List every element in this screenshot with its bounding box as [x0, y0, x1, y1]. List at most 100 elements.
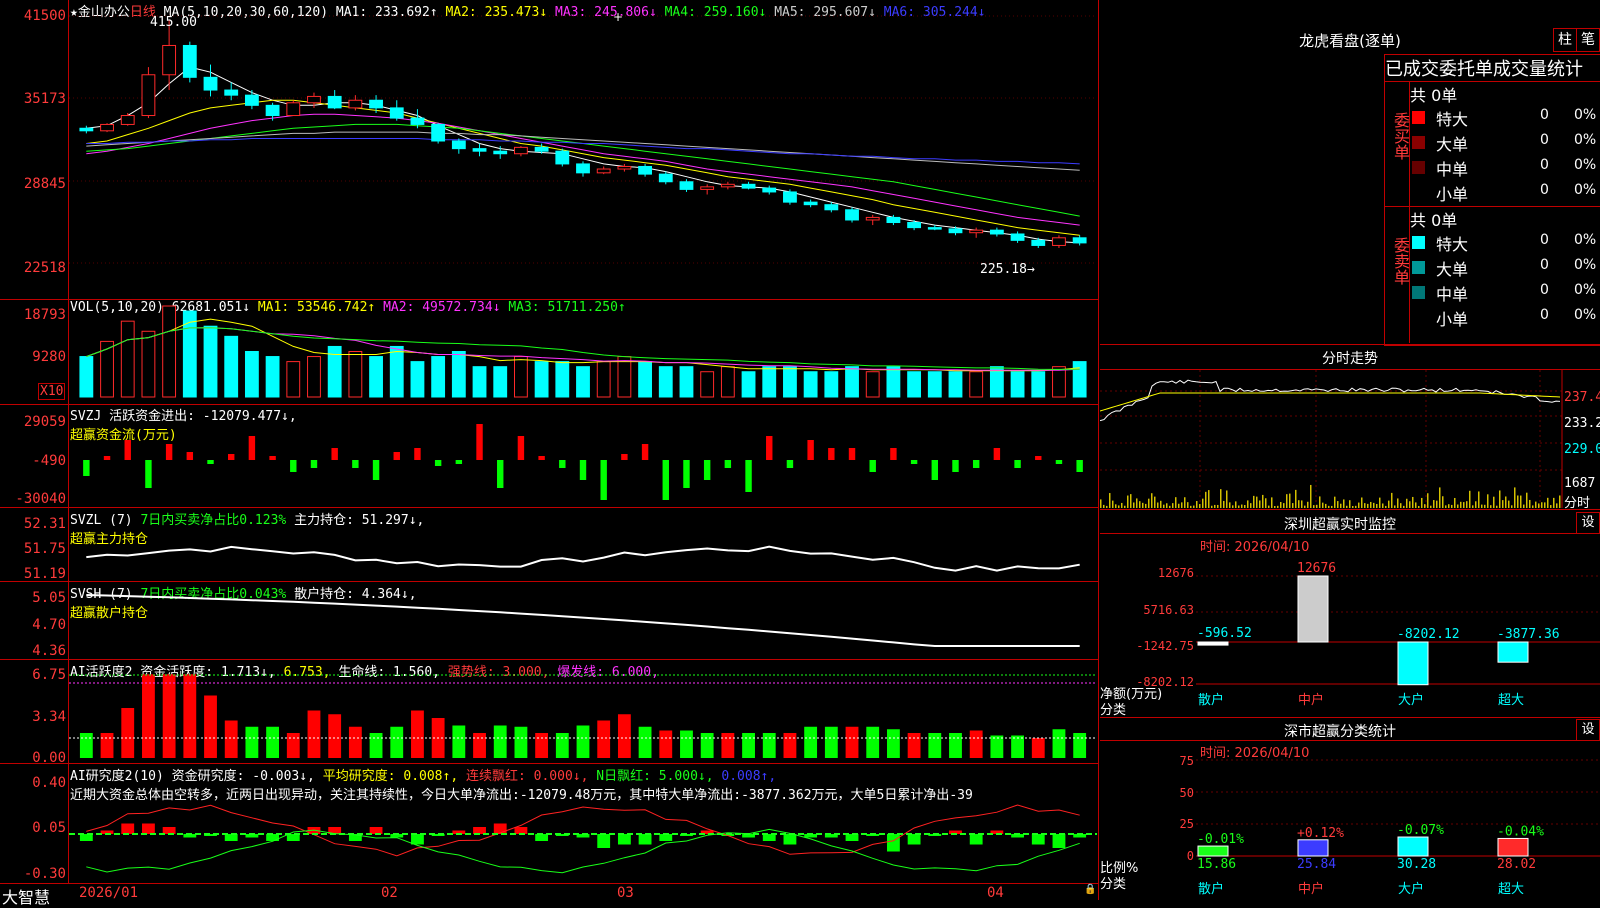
intraday-vol-bar [1214, 504, 1216, 508]
right-panel: 龙虎看盘(逐单) 柱 笔 已成交委托单成交量统计 委买单 委卖单 共 0单 特大… [1100, 0, 1600, 900]
flow-bar [641, 444, 649, 460]
candle-body [1072, 237, 1087, 244]
monitor-bar-value: 12676 [1297, 561, 1336, 576]
flow-bar [186, 452, 194, 460]
high-price-label: 415.00 [150, 15, 197, 30]
research-bar [969, 834, 983, 845]
activity-bar [928, 733, 942, 758]
class-ratio-value: 15.86 [1197, 857, 1236, 872]
intraday-vol-bar [1247, 500, 1249, 508]
intraday-vol-bar [1526, 492, 1528, 508]
intraday-vol-bar [1421, 497, 1423, 508]
intraday-avg-line [1100, 392, 1561, 412]
activity-bar [555, 733, 569, 758]
volume-bar [638, 361, 652, 398]
intraday-vol-bar [1334, 496, 1336, 508]
monitor-bar-value: -596.52 [1197, 626, 1252, 641]
volume-bar [79, 356, 94, 398]
activity-bar [452, 725, 466, 758]
candle-body [803, 201, 818, 206]
activity-bar [969, 730, 983, 758]
flow-bar [703, 460, 711, 480]
intraday-vol-bar [1103, 504, 1105, 508]
low-price-label: 225.18→ [980, 262, 1035, 277]
flow-bar [662, 460, 669, 500]
intraday-vol-bar [1328, 505, 1330, 508]
intraday-vol-bar [1256, 496, 1258, 508]
volume-bar [845, 366, 859, 398]
intraday-vol-bar [1499, 490, 1501, 508]
intraday-vol-bar [1493, 496, 1495, 508]
chart-canvas[interactable] [0, 0, 1100, 900]
activity-bar [411, 710, 424, 758]
class-change-value: -0.04% [1497, 824, 1544, 839]
candle-body [824, 204, 839, 211]
volume-bar [762, 366, 777, 398]
research-bar [535, 834, 549, 841]
volume-bar [493, 366, 508, 398]
volume-bar [451, 351, 466, 398]
intraday-vol-bar [1355, 505, 1357, 508]
volume-bar [969, 371, 984, 398]
class-category: 散户 [1198, 881, 1224, 897]
intraday-vol-bar [1280, 501, 1282, 508]
intraday-vol-bar [1292, 503, 1294, 508]
flow-bar [869, 460, 876, 472]
activity-bar [617, 714, 631, 758]
right-chart-canvas[interactable]: -596.5212676-8202.12 -3877.36散户 中户 大户 超大-0.0… [1100, 0, 1600, 900]
intraday-vol-bar [1181, 502, 1183, 508]
candle-body [100, 123, 114, 132]
flow-bar [952, 460, 959, 472]
monitor-bar [1497, 641, 1529, 663]
main-hold-line [86, 545, 1080, 572]
research-bar [142, 823, 155, 834]
candle-body [948, 228, 963, 234]
intraday-vol-bar [1295, 489, 1297, 508]
flow-bar [972, 460, 980, 468]
activity-bar [204, 695, 217, 758]
activity-bar [804, 726, 818, 758]
class-category: 中户 [1298, 881, 1324, 897]
activity-bar [79, 733, 93, 758]
intraday-vol-bar [1346, 505, 1348, 508]
intraday-vol-bar [1271, 497, 1273, 508]
candle-body [534, 146, 549, 152]
activity-bar [990, 735, 1004, 758]
research-bar [659, 834, 673, 841]
activity-bar [700, 733, 714, 758]
intraday-vol-bar [1178, 503, 1180, 508]
volume-bar [369, 356, 383, 398]
activity-bar [886, 729, 900, 758]
intraday-vol-bar [1139, 501, 1141, 508]
candle-body [431, 123, 446, 142]
intraday-vol-bar [1268, 505, 1270, 508]
intraday-vol-bar [1481, 504, 1483, 508]
kline-area[interactable]: ★金山办公日线 MA(5,10,20,30,60,120) MA1: 233.6… [0, 0, 1100, 907]
candle-body [886, 216, 901, 224]
activity-bar [286, 733, 300, 758]
candle-body [141, 74, 156, 117]
volume-bar [658, 366, 673, 398]
intraday-vol-bar [1550, 505, 1552, 508]
flow-bar [497, 460, 504, 488]
intraday-vol-bar [1175, 497, 1177, 508]
flow-bar [145, 460, 152, 488]
research-line-red [86, 804, 1080, 857]
intraday-vol-bar [1388, 500, 1390, 508]
candle-body [472, 148, 487, 152]
monitor-bar-value: -3877.36 [1497, 627, 1560, 642]
volume-bar [265, 356, 280, 398]
class-bar [1397, 836, 1429, 857]
intraday-vol-bar [1352, 505, 1354, 508]
flow-bar [910, 460, 918, 464]
flow-bar [538, 456, 545, 460]
flow-bar [766, 436, 773, 460]
volume-bar [948, 371, 963, 398]
candle-body [1010, 233, 1025, 241]
flow-bar [745, 460, 752, 492]
intraday-vol-bar [1310, 484, 1312, 508]
flow-bar [227, 454, 235, 460]
flow-bar [517, 436, 525, 460]
flow-bar [600, 460, 607, 500]
flow-bar [248, 436, 256, 460]
